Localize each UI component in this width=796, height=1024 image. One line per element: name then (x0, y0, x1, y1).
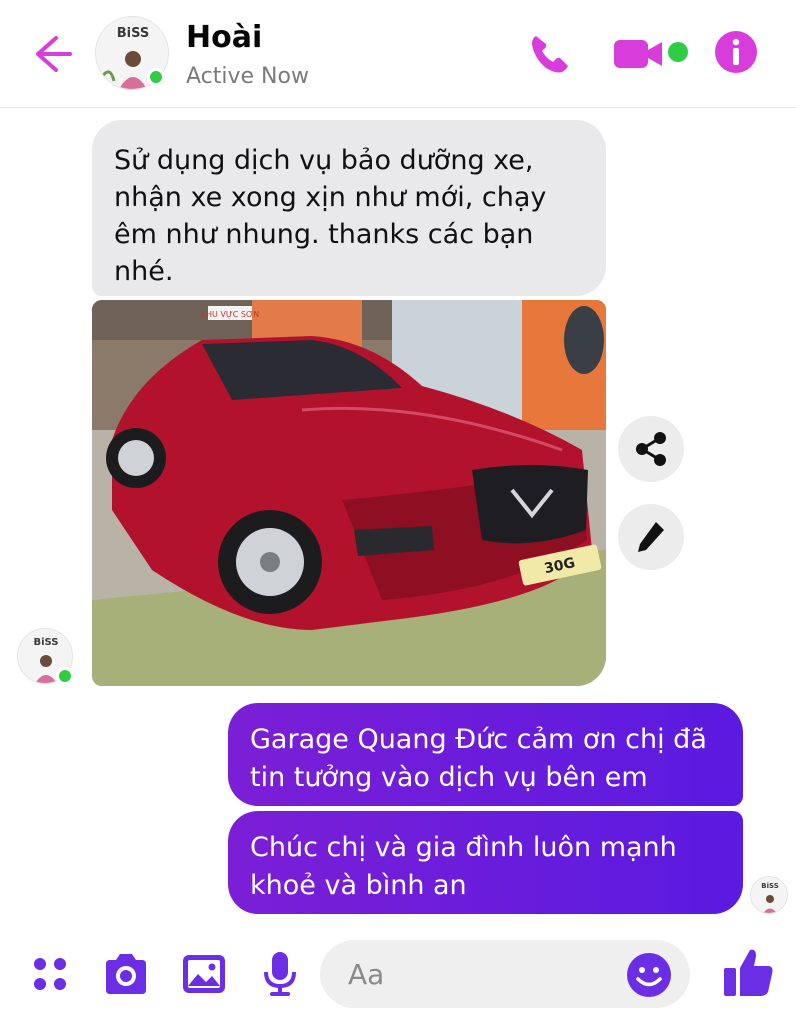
avatar-brand-text: BiSS (117, 26, 150, 41)
image-icon[interactable] (180, 950, 228, 998)
pencil-icon (638, 522, 664, 552)
avatar-brand-text: BiSS (33, 637, 58, 648)
message-input[interactable]: Aa (320, 940, 690, 1008)
edit-button[interactable] (618, 504, 684, 570)
incoming-message-text: Sử dụng dịch vụ bảo dưỡng xe, nhận xe xo… (114, 145, 547, 287)
message-composer: Aa (0, 924, 796, 1024)
share-icon (636, 432, 666, 466)
share-button[interactable] (618, 416, 684, 482)
outgoing-message-text: Chúc chị và gia đình luôn mạnh khoẻ và b… (250, 832, 677, 901)
outgoing-message[interactable]: Chúc chị và gia đình luôn mạnh khoẻ và b… (228, 811, 743, 914)
active-status: Active Now (186, 64, 309, 89)
video-camera-icon[interactable] (612, 36, 664, 72)
avatar-image: BiSS (751, 877, 787, 913)
online-indicator (56, 667, 74, 685)
incoming-message[interactable]: Sử dụng dịch vụ bảo dưỡng xe, nhận xe xo… (92, 120, 606, 296)
online-indicator (147, 68, 165, 86)
message-input-placeholder: Aa (348, 958, 385, 991)
video-active-dot (668, 42, 688, 62)
seen-avatar: BiSS (750, 876, 788, 914)
workshop-sign-text: KHU VỰC SƠN (201, 310, 260, 319)
smiley-icon[interactable] (626, 952, 672, 998)
outgoing-message[interactable]: Garage Quang Đức cảm ơn chị đã tin tưởng… (228, 703, 743, 806)
car-photo: KHU VỰC SƠN 30G (92, 300, 606, 686)
chat-header: BiSS Hoài Active Now (0, 0, 796, 108)
messenger-chat-screen: BiSS Hoài Active Now Sử dụng dịch vụ bảo… (0, 0, 796, 1024)
four-dots-icon[interactable] (26, 950, 74, 998)
thumbs-up-icon[interactable] (720, 944, 776, 1000)
incoming-photo[interactable]: KHU VỰC SƠN 30G (92, 300, 606, 686)
microphone-icon[interactable] (256, 950, 304, 998)
outgoing-message-text: Garage Quang Đức cảm ơn chị đã tin tưởng… (250, 724, 707, 793)
phone-icon[interactable] (526, 30, 574, 78)
back-arrow-icon[interactable] (26, 30, 74, 78)
info-icon[interactable] (714, 30, 758, 74)
contact-name[interactable]: Hoài (186, 20, 262, 55)
avatar-brand-text: BiSS (761, 882, 779, 890)
camera-icon[interactable] (102, 950, 150, 998)
